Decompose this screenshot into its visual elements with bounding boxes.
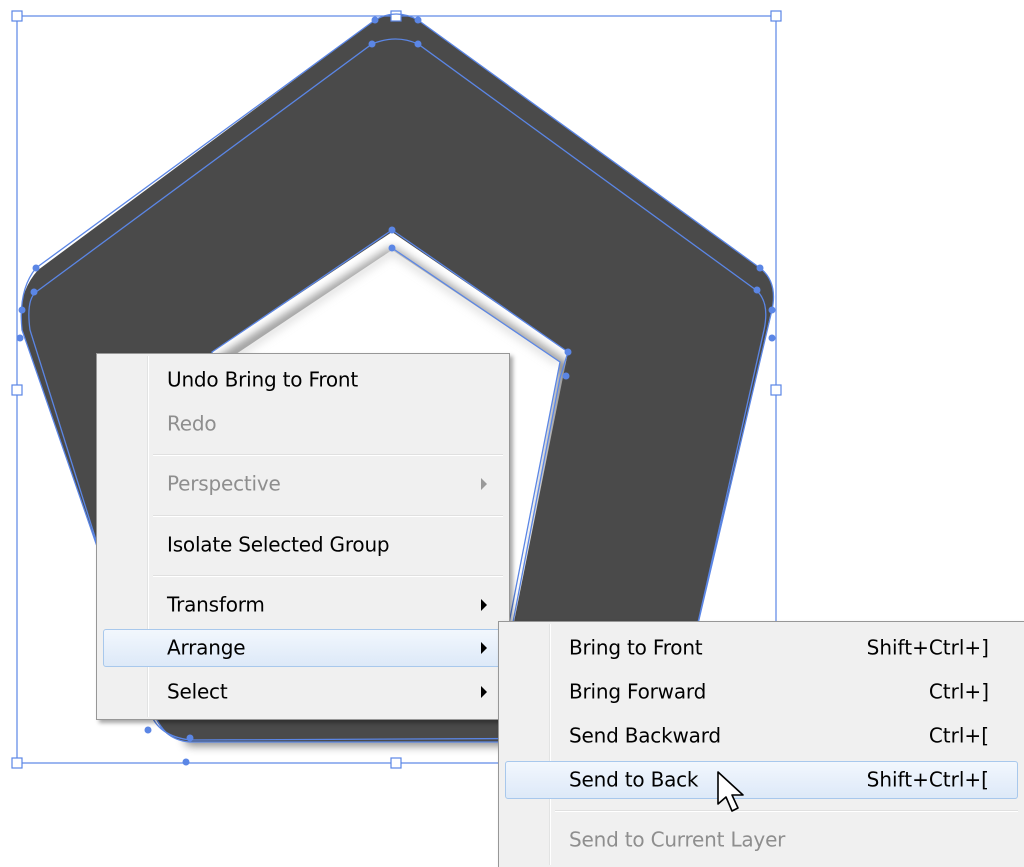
handle-top-right — [770, 10, 782, 22]
menu-item-label: Transform — [167, 592, 265, 617]
arrange-submenu: Bring to Front Shift+Ctrl+] Bring Forwar… — [498, 621, 1024, 867]
menu-item-send-to-back[interactable]: Send to Back Shift+Ctrl+[ — [505, 761, 1018, 799]
menu-item-isolate-selected-group[interactable]: Isolate Selected Group — [103, 526, 503, 564]
handle-top-left — [11, 10, 23, 22]
menu-item-send-to-current-layer[interactable]: Send to Current Layer — [505, 821, 1018, 859]
menu-item-redo[interactable]: Redo — [103, 405, 503, 443]
menu-item-label: Bring to Front — [569, 635, 703, 660]
menu-item-shortcut: Ctrl+[ — [928, 723, 989, 748]
menu-item-bring-to-front[interactable]: Bring to Front Shift+Ctrl+] — [505, 629, 1018, 667]
menu-item-shortcut: Shift+Ctrl+[ — [866, 767, 989, 792]
handle-top-center — [390, 10, 402, 22]
menu-item-bring-forward[interactable]: Bring Forward Ctrl+] — [505, 673, 1018, 711]
menu-item-shortcut: Shift+Ctrl+] — [866, 635, 989, 660]
menu-separator — [555, 810, 1018, 812]
handle-bottom-left — [11, 757, 23, 769]
menu-item-label: Redo — [167, 411, 217, 436]
menu-item-arrange[interactable]: Arrange — [103, 629, 503, 667]
submenu-arrow-icon — [481, 642, 487, 654]
submenu-arrow-icon — [481, 686, 487, 698]
menu-item-select[interactable]: Select — [103, 673, 503, 711]
submenu-arrow-icon — [481, 478, 487, 490]
handle-middle-left — [11, 384, 23, 396]
submenu-arrow-icon — [481, 599, 487, 611]
menu-item-undo-bring-to-front[interactable]: Undo Bring to Front — [103, 361, 503, 399]
menu-separator — [153, 575, 503, 577]
menu-item-label: Send Backward — [569, 723, 721, 748]
menu-item-label: Isolate Selected Group — [167, 532, 390, 557]
menu-item-label: Send to Back — [569, 767, 699, 792]
handle-bottom-center — [390, 757, 402, 769]
menu-item-perspective[interactable]: Perspective — [103, 465, 503, 503]
context-menu: Undo Bring to Front Redo Perspective Iso… — [96, 353, 510, 720]
menu-item-label: Perspective — [167, 471, 281, 496]
menu-item-label: Send to Current Layer — [569, 827, 786, 852]
menu-item-label: Undo Bring to Front — [167, 367, 359, 392]
menu-separator — [153, 454, 503, 456]
menu-item-label: Bring Forward — [569, 679, 707, 704]
menu-item-label: Select — [167, 679, 228, 704]
menu-separator — [153, 515, 503, 517]
illustrator-canvas[interactable]: Undo Bring to Front Redo Perspective Iso… — [0, 0, 1024, 867]
menu-item-transform[interactable]: Transform — [103, 586, 503, 624]
arrow-pointer-icon — [717, 771, 744, 812]
menu-item-shortcut: Ctrl+] — [928, 679, 989, 704]
menu-item-send-backward[interactable]: Send Backward Ctrl+[ — [505, 717, 1018, 755]
menu-item-label: Arrange — [167, 635, 246, 660]
handle-middle-right — [770, 384, 782, 396]
